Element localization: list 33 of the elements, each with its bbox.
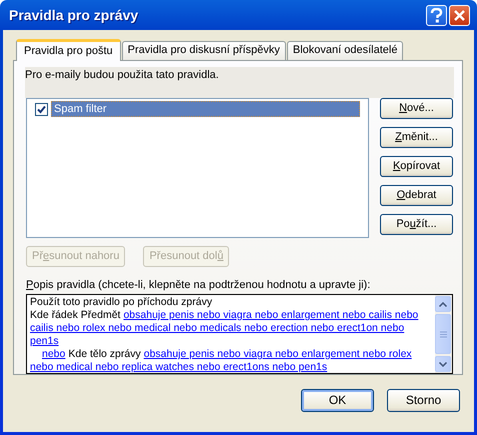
scroll-up-button[interactable] — [435, 296, 451, 312]
description-text: Kde řádek Předmět — [30, 309, 120, 322]
action-button[interactable]: Změnit... — [380, 127, 453, 148]
action-button[interactable]: Nové... — [380, 98, 453, 119]
scroll-thumb[interactable] — [435, 314, 451, 354]
action-button[interactable]: Kopírovat — [380, 156, 453, 177]
instruction-text: Pro e-maily budou použita tato pravidla. — [25, 67, 454, 98]
link[interactable]: obsahuje penis nebo viagra nebo enlargement nebo cailis nebo — [123, 309, 418, 322]
description-text: Kde tělo zprávy — [68, 348, 141, 361]
description-label: Popis pravidla (chcete-li, klepněte na podtrženou hodnotu a upravte ji): — [26, 279, 372, 292]
rule-item[interactable]: Spam filter — [51, 101, 360, 117]
dialog-button[interactable]: Storno — [387, 389, 460, 412]
link[interactable]: nebo — [42, 348, 66, 361]
tab[interactable]: Pravidla pro diskusní příspěvky — [122, 41, 286, 60]
close-button[interactable] — [449, 4, 470, 26]
action-button[interactable]: Odebrat — [380, 185, 453, 206]
action-button[interactable]: Použít... — [380, 214, 453, 235]
scroll-down-button[interactable] — [435, 356, 451, 372]
help-icon — [430, 8, 443, 22]
window-title: Pravidla pro zprávy — [9, 8, 140, 22]
dialog-button[interactable]: OK — [301, 389, 374, 412]
help-button[interactable] — [426, 4, 447, 26]
grip-icon — [440, 330, 446, 338]
close-icon — [453, 8, 466, 22]
checkbox[interactable] — [35, 102, 48, 116]
description-text: Použít toto pravidlo po příchodu zprávy — [30, 296, 212, 309]
link[interactable]: obsahuje penis nebo viagra nebo enlargement nebo rolex — [144, 348, 412, 361]
tab[interactable]: Blokovaní odesílatelé — [286, 41, 404, 60]
link[interactable]: nebo medical nebo replica watches nebo erect1ons nebo pen1s — [30, 361, 328, 373]
rules-list[interactable]: Spam filter — [26, 98, 369, 238]
link[interactable]: cailis nebo rolex nebo medical nebo medicals nebo erection nebo erect1on nebo — [30, 322, 404, 335]
link[interactable]: pen1s — [30, 335, 59, 348]
tab[interactable]: Pravidla pro poštu — [16, 39, 121, 61]
